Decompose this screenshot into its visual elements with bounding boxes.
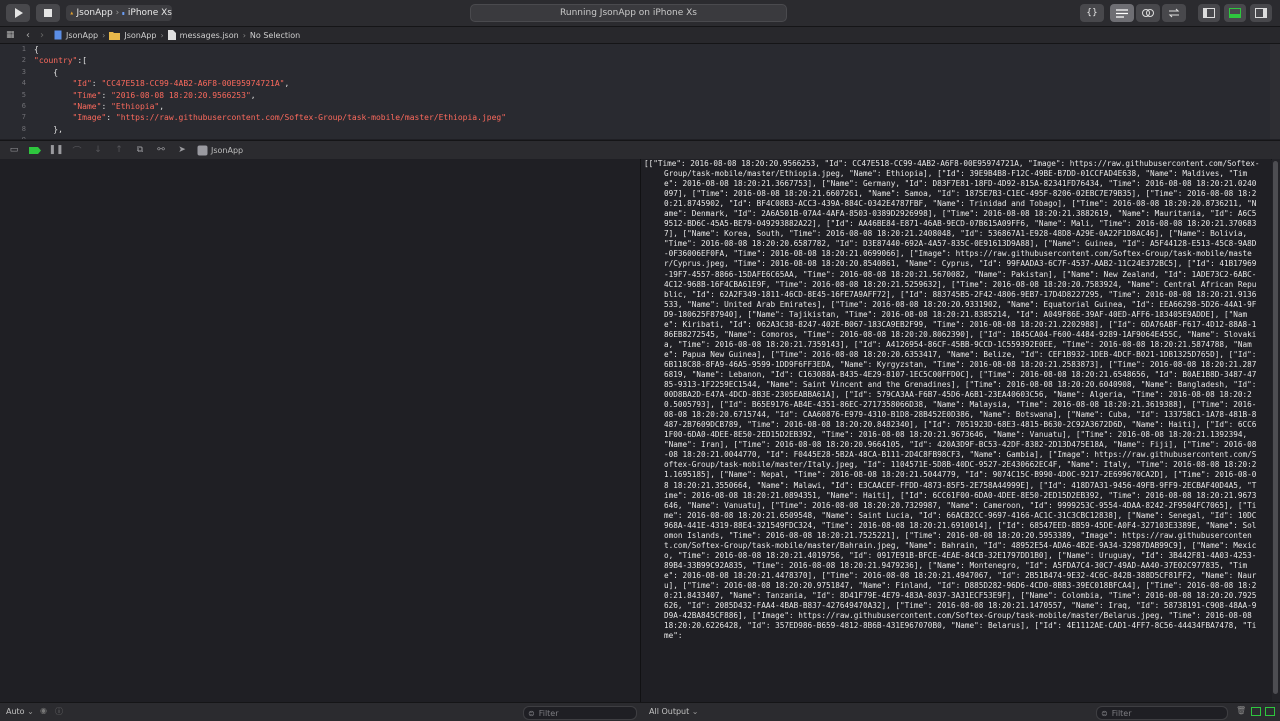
folder-icon bbox=[109, 31, 121, 40]
variables-scope-selector[interactable]: Auto ⌄ bbox=[6, 707, 34, 716]
library-button[interactable]: {} bbox=[1080, 4, 1104, 22]
line-number: 4 bbox=[21, 79, 26, 88]
rings-icon bbox=[1142, 9, 1154, 17]
line-number: 3 bbox=[21, 67, 26, 76]
output-selector[interactable]: All Output ⌄ bbox=[649, 707, 699, 716]
code-line: { bbox=[34, 45, 39, 54]
chevron-updown-icon: ⌄ bbox=[691, 707, 699, 716]
breadcrumb-selection[interactable]: No Selection bbox=[250, 31, 300, 40]
console-output: [["Time": 2016-08-08 18:20:20.9566253, "… bbox=[644, 159, 1262, 641]
run-button[interactable] bbox=[6, 4, 30, 22]
braces-icon: {} bbox=[1086, 8, 1098, 18]
stop-button[interactable] bbox=[36, 4, 60, 22]
chevron-right-icon: › bbox=[102, 30, 106, 40]
split-right-icon[interactable] bbox=[1265, 707, 1275, 716]
breadcrumb-file[interactable]: messages.json bbox=[180, 31, 239, 40]
view-hierarchy-icon[interactable]: ⧉ bbox=[133, 144, 147, 156]
grid-icon[interactable]: ▦ bbox=[6, 30, 16, 40]
debug-bar: ▭ ❚❚ ⌒ ↓ ↑ ⧉ ⚯ ➤ JsonApp bbox=[0, 140, 1280, 160]
console-filter-placeholder: Filter bbox=[1111, 708, 1132, 718]
line-number: 7 bbox=[21, 113, 26, 122]
app-icon bbox=[197, 145, 208, 155]
jump-bar: ▦ ‹ › JsonApp › JsonApp › messages.json … bbox=[0, 27, 1280, 44]
forward-icon[interactable]: › bbox=[40, 30, 44, 41]
filter-icon: ⊜ bbox=[1101, 708, 1108, 718]
step-over-icon: ⌒ bbox=[72, 146, 82, 157]
scheme-target-label: JsonApp bbox=[76, 8, 113, 18]
activity-status: Running JsonApp on iPhone Xs bbox=[560, 8, 697, 18]
console-filter-field[interactable]: ⊜ Filter bbox=[1096, 706, 1228, 720]
code-line: "Image": "https://raw.githubusercontent.… bbox=[72, 113, 507, 123]
chevron-right-icon: › bbox=[160, 30, 164, 40]
trash-icon[interactable]: 🗑 bbox=[1236, 706, 1246, 715]
inspector-toggle[interactable] bbox=[1250, 4, 1272, 22]
lines-icon bbox=[1116, 8, 1128, 18]
chevron-right-icon: › bbox=[115, 8, 120, 18]
variables-filter-placeholder: Filter bbox=[538, 708, 559, 718]
output-label: All Output bbox=[649, 707, 690, 716]
activity-viewer: Running JsonApp on iPhone Xs bbox=[470, 4, 787, 22]
line-number: 6 bbox=[21, 101, 26, 110]
app-target-icon bbox=[70, 11, 74, 15]
location-icon[interactable]: ➤ bbox=[175, 144, 189, 156]
navigator-toggle[interactable] bbox=[1198, 4, 1220, 22]
play-icon bbox=[14, 8, 23, 18]
left-panel-icon bbox=[1203, 8, 1215, 18]
source-editor[interactable]: 123456789 {"country":[ { "Id": "CC47E518… bbox=[0, 44, 1280, 139]
code-line: }, bbox=[34, 124, 63, 134]
console-view[interactable]: [["Time": 2016-08-08 18:20:20.9566253, "… bbox=[641, 159, 1271, 702]
window-toolbar: JsonApp › iPhone Xs Running JsonApp on i… bbox=[0, 0, 1280, 27]
file-icon bbox=[167, 30, 176, 40]
line-number: 8 bbox=[21, 124, 26, 133]
variables-filter-field[interactable]: ⊜ Filter bbox=[523, 706, 637, 720]
variables-view[interactable] bbox=[0, 159, 641, 702]
arrows-icon bbox=[1168, 8, 1180, 18]
code-line: "Time": "2016-08-08 18:20:20.9566253", bbox=[72, 90, 256, 100]
step-into-icon: ↓ bbox=[94, 145, 102, 155]
code-line: "Name": "Ethiopia", bbox=[72, 101, 165, 111]
auto-label: Auto bbox=[6, 707, 25, 716]
breadcrumb-project[interactable]: JsonApp bbox=[66, 31, 98, 40]
chevron-right-icon: › bbox=[242, 30, 246, 40]
editor-scrollbar[interactable] bbox=[1270, 44, 1280, 139]
device-icon bbox=[122, 11, 125, 15]
filter-icon: ⊜ bbox=[528, 708, 535, 718]
bottom-panel-icon bbox=[1229, 8, 1241, 18]
right-panel-icon bbox=[1255, 8, 1267, 18]
pause-icon[interactable]: ❚❚ bbox=[48, 144, 63, 156]
line-number-gutter: 1 2 3 4 5 6 7 8 9 bbox=[0, 44, 26, 139]
step-out-icon: ↑ bbox=[115, 145, 123, 155]
hide-debug-area-icon[interactable]: ▭ bbox=[7, 144, 21, 156]
back-icon[interactable]: ‹ bbox=[26, 30, 30, 41]
code-line: "country":[ bbox=[34, 56, 87, 66]
breakpoints-toggle-icon[interactable] bbox=[28, 144, 42, 156]
line-number: 1 bbox=[21, 45, 26, 53]
code-area[interactable]: {"country":[ { "Id": "CC47E518-CC99-4AB2… bbox=[34, 44, 506, 139]
standard-editor-button[interactable] bbox=[1110, 4, 1134, 22]
debug-bottom-bar: Auto ⌄ ◉ ⓘ ⊜ Filter All Output ⌄ ⊜ Filte… bbox=[0, 702, 1280, 721]
line-number: 5 bbox=[21, 90, 26, 99]
chevron-updown-icon: ⌄ bbox=[27, 707, 34, 716]
breadcrumb-folder[interactable]: JsonApp bbox=[124, 31, 156, 40]
split-left-icon[interactable] bbox=[1251, 707, 1261, 716]
debug-target-label: JsonApp bbox=[211, 145, 244, 155]
project-icon bbox=[54, 30, 62, 40]
code-line: "Id": "CC47E518-CC99-4AB2-A6F8-00E959747… bbox=[72, 79, 290, 89]
version-editor-button[interactable] bbox=[1162, 4, 1186, 22]
debug-area-toggle[interactable] bbox=[1224, 4, 1246, 22]
memory-graph-icon[interactable]: ⚯ bbox=[154, 144, 168, 156]
line-number: 9 bbox=[0, 135, 26, 139]
console-scroll-thumb[interactable] bbox=[1273, 161, 1278, 694]
eye-icon[interactable]: ◉ bbox=[40, 706, 47, 715]
line-number: 2 bbox=[21, 56, 26, 65]
scheme-selector[interactable]: JsonApp › iPhone Xs bbox=[66, 5, 172, 21]
stop-icon bbox=[44, 9, 52, 17]
assistant-editor-button[interactable] bbox=[1136, 4, 1160, 22]
info-icon[interactable]: ⓘ bbox=[55, 706, 63, 717]
device-label: iPhone Xs bbox=[127, 8, 172, 18]
code-line: { bbox=[34, 67, 59, 77]
